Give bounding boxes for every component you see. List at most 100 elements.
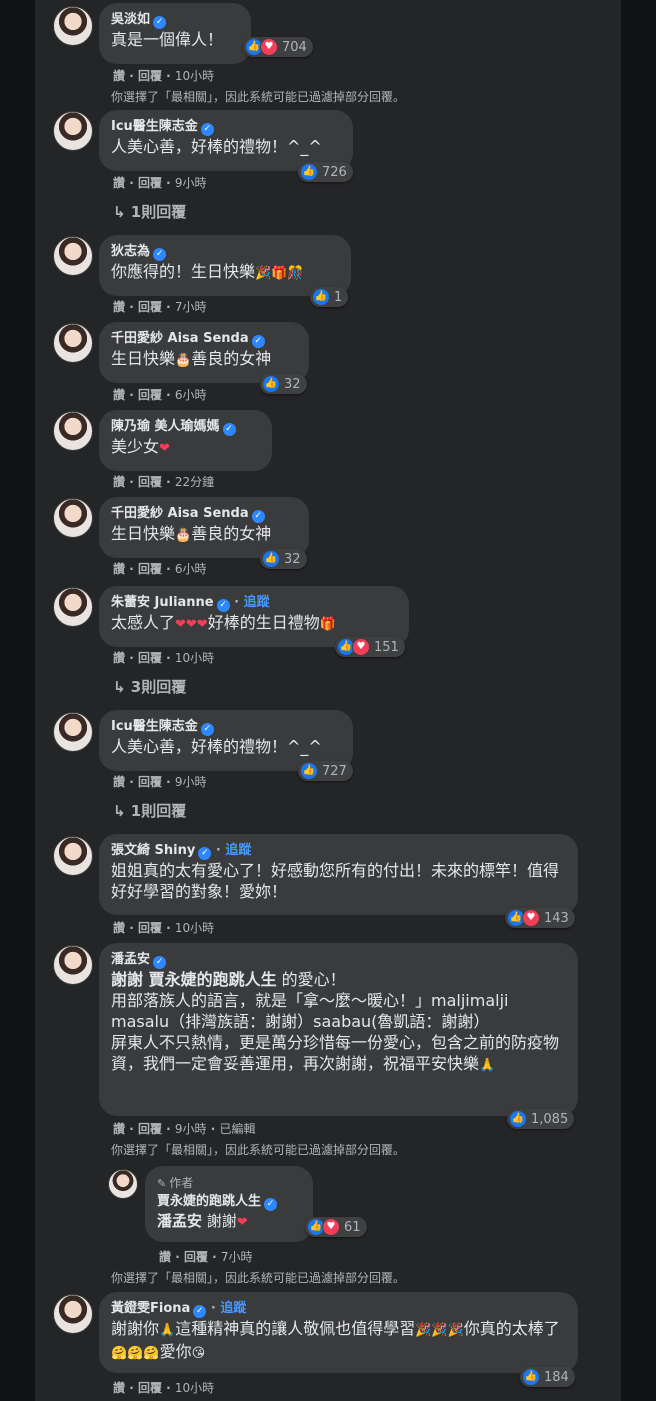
commenter-name[interactable]: Icu醫生陳志金 bbox=[111, 119, 198, 134]
reaction-summary[interactable]: 👍 ♥ 61 bbox=[305, 1217, 367, 1237]
reaction-count: 184 bbox=[544, 1369, 569, 1385]
reply-link[interactable]: 回覆 bbox=[138, 388, 162, 402]
commenter-avatar[interactable] bbox=[53, 945, 93, 985]
comment-time[interactable]: 10小時 bbox=[175, 921, 214, 935]
like-link[interactable]: 讚 bbox=[159, 1250, 171, 1264]
comment-text-suffix: 好棒的生日禮物 bbox=[207, 613, 320, 632]
reaction-summary[interactable]: 👍 ♥ 151 bbox=[335, 637, 405, 657]
reply-link[interactable]: 回覆 bbox=[138, 651, 162, 665]
reaction-summary[interactable]: 👍 ♥ 143 bbox=[505, 908, 575, 928]
commenter-name[interactable]: 張文綺 Shiny bbox=[111, 843, 195, 858]
reply-link[interactable]: 回覆 bbox=[138, 921, 162, 935]
reply-link[interactable]: 回覆 bbox=[138, 1122, 162, 1136]
follow-link[interactable]: 追蹤 bbox=[225, 843, 251, 858]
like-link[interactable]: 讚 bbox=[113, 562, 125, 576]
like-link[interactable]: 讚 bbox=[113, 388, 125, 402]
commenter-avatar[interactable] bbox=[53, 587, 93, 627]
reaction-summary[interactable]: 👍 727 bbox=[298, 761, 353, 781]
comment-actions: 讚 · 回覆 · 6小時 bbox=[113, 562, 207, 576]
like-link[interactable]: 讚 bbox=[113, 775, 125, 789]
like-link[interactable]: 讚 bbox=[113, 475, 125, 489]
commenter-avatar[interactable] bbox=[53, 323, 93, 363]
commenter-avatar[interactable] bbox=[53, 712, 93, 752]
verified-badge-icon: ✓ bbox=[193, 1305, 207, 1318]
comment-time[interactable]: 6小時 bbox=[175, 388, 207, 402]
comment-time[interactable]: 10小時 bbox=[175, 1381, 214, 1395]
commenter-avatar[interactable] bbox=[53, 1294, 93, 1334]
commenter-name[interactable]: 賈永婕的跑跳人生 bbox=[157, 1194, 261, 1209]
comment-time[interactable]: 22分鐘 bbox=[175, 475, 214, 489]
comment-actions: 讚 · 回覆 · 22分鐘 bbox=[113, 475, 215, 489]
reply-link[interactable]: 回覆 bbox=[184, 1250, 208, 1264]
commenter-name[interactable]: 千田愛紗 Aisa Senda bbox=[111, 331, 249, 346]
comment-actions: 讚 · 回覆 · 10小時 bbox=[113, 69, 215, 83]
reaction-summary[interactable]: 👍 1 bbox=[310, 287, 349, 307]
reaction-summary[interactable]: 👍 ♥ 704 bbox=[243, 37, 313, 57]
commenter-avatar[interactable] bbox=[53, 236, 93, 276]
verified-badge-icon: ✓ bbox=[216, 599, 230, 612]
reply-link[interactable]: 回覆 bbox=[138, 1381, 162, 1395]
commenter-avatar[interactable] bbox=[53, 411, 93, 451]
commenter-name[interactable]: 潘孟安 bbox=[111, 952, 150, 967]
commenter-name[interactable]: 黃鐙雯Fiona bbox=[111, 1301, 190, 1316]
reaction-summary[interactable]: 👍 184 bbox=[520, 1367, 575, 1387]
reaction-summary[interactable]: 👍 726 bbox=[298, 162, 353, 182]
view-replies-link[interactable]: ↳ 1則回覆 bbox=[113, 800, 186, 821]
comment-time[interactable]: 9小時 bbox=[175, 775, 207, 789]
reaction-count: 726 bbox=[322, 164, 347, 180]
like-link[interactable]: 讚 bbox=[113, 69, 125, 83]
reaction-summary[interactable]: 👍 1,085 bbox=[507, 1109, 575, 1129]
comment-actions: 讚 · 回覆 · 9小時 bbox=[113, 775, 207, 789]
like-reaction-icon: 👍 bbox=[262, 375, 280, 393]
comment-time[interactable]: 10小時 bbox=[175, 651, 214, 665]
commenter-name[interactable]: 陳乃瑜 美人瑜媽媽 bbox=[111, 419, 220, 434]
like-link[interactable]: 讚 bbox=[113, 176, 125, 190]
comment-time[interactable]: 7小時 bbox=[175, 300, 207, 314]
verified-badge-icon: ✓ bbox=[153, 956, 167, 969]
reply-link[interactable]: 回覆 bbox=[138, 475, 162, 489]
like-link[interactable]: 讚 bbox=[113, 921, 125, 935]
reply-link[interactable]: 回覆 bbox=[138, 775, 162, 789]
like-link[interactable]: 讚 bbox=[113, 1122, 125, 1136]
commenter-name[interactable]: 狄志為 bbox=[111, 244, 150, 259]
mentioned-user-link[interactable]: 潘孟安 bbox=[157, 1212, 202, 1230]
reaction-summary[interactable]: 👍 32 bbox=[260, 374, 307, 394]
commenter-name[interactable]: 千田愛紗 Aisa Senda bbox=[111, 506, 249, 521]
view-replies-link[interactable]: ↳ 3則回覆 bbox=[113, 676, 186, 697]
birthday-cake-icon: 🎂 bbox=[175, 353, 192, 368]
comment-time[interactable]: 9小時 bbox=[175, 176, 207, 190]
reply-link[interactable]: 回覆 bbox=[138, 69, 162, 83]
commenter-name[interactable]: 朱蕾安 Julianne bbox=[111, 595, 214, 610]
love-reaction-icon: ♥ bbox=[322, 1218, 340, 1236]
comment-text: 美少女 bbox=[111, 437, 160, 456]
comment-time[interactable]: 6小時 bbox=[175, 562, 207, 576]
reply-link[interactable]: 回覆 bbox=[138, 562, 162, 576]
commenter-avatar[interactable] bbox=[53, 836, 93, 876]
commenter-name[interactable]: Icu醫生陳志金 bbox=[111, 719, 198, 734]
like-link[interactable]: 讚 bbox=[113, 1381, 125, 1395]
filter-notice: 你選擇了「最相關」，因此系統可能已過濾掉部分回覆。 bbox=[111, 90, 406, 104]
commenter-avatar[interactable] bbox=[53, 498, 93, 538]
reply-arrow-icon: ↳ bbox=[113, 678, 131, 696]
reply-link[interactable]: 回覆 bbox=[138, 300, 162, 314]
commenter-name[interactable]: 吳淡如 bbox=[111, 12, 150, 27]
like-link[interactable]: 讚 bbox=[113, 300, 125, 314]
author-avatar[interactable] bbox=[108, 1169, 138, 1199]
love-reaction-icon: ♥ bbox=[260, 38, 278, 56]
view-replies-link[interactable]: ↳ 1則回覆 bbox=[113, 201, 186, 222]
comment-bubble: 潘孟安 ✓ 謝謝 賈永婕的跑跳人生 的愛心！ 用部落族人的語言，就是「拿～麼～暖心… bbox=[99, 943, 578, 1116]
mentioned-page-link[interactable]: 謝謝 賈永婕的跑跳人生 bbox=[111, 970, 277, 989]
comment-text: 真是一個偉人！ bbox=[111, 30, 224, 49]
comment-time[interactable]: 7小時 bbox=[221, 1250, 253, 1264]
love-reaction-icon: ♥ bbox=[352, 638, 370, 656]
commenter-avatar[interactable] bbox=[53, 6, 93, 46]
commenter-avatar[interactable] bbox=[53, 111, 93, 151]
reaction-summary[interactable]: 👍 32 bbox=[260, 549, 307, 569]
like-link[interactable]: 讚 bbox=[113, 651, 125, 665]
follow-link[interactable]: 追蹤 bbox=[220, 1301, 246, 1316]
comment-time[interactable]: 10小時 bbox=[175, 69, 214, 83]
reply-link[interactable]: 回覆 bbox=[138, 176, 162, 190]
filter-notice: 你選擇了「最相關」，因此系統可能已過濾掉部分回覆。 bbox=[111, 1271, 406, 1285]
comment-time[interactable]: 9小時 bbox=[175, 1122, 207, 1136]
follow-link[interactable]: 追蹤 bbox=[244, 595, 270, 610]
